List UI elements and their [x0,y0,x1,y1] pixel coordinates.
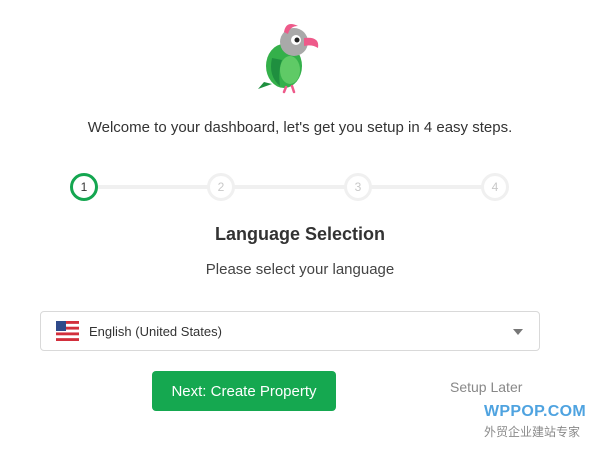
step-3: 3 [344,173,372,201]
step-1: 1 [70,173,98,201]
selected-language: English (United States) [89,323,222,339]
watermark-tagline: 外贸企业建站专家 [484,425,581,439]
next-create-property-button[interactable]: Next: Create Property [152,371,336,411]
step-2: 2 [207,173,235,201]
setup-later-link[interactable]: Setup Later [450,379,522,395]
us-flag-icon [56,321,79,341]
progress-stepper: 1 2 3 4 [70,172,510,202]
parrot-logo-icon [250,14,330,94]
section-title: Language Selection [214,224,386,244]
watermark-brand: WPPOP.COM [484,403,586,420]
language-select[interactable]: English (United States) [40,311,540,351]
caret-down-icon[interactable] [513,329,523,335]
welcome-text: Welcome to your dashboard, let's get you… [87,119,513,136]
step-4: 4 [481,173,509,201]
stepper-track [84,185,496,189]
section-subtitle: Please select your language [205,261,395,278]
